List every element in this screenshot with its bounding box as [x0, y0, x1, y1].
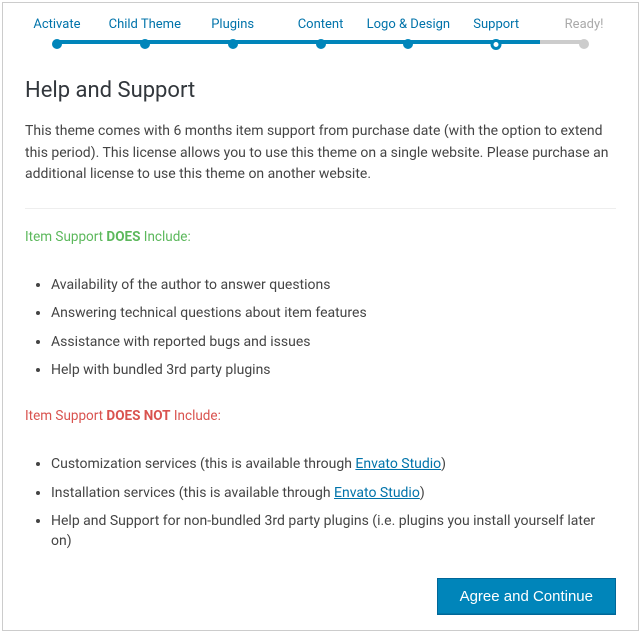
text: Customization services (this is availabl… [51, 456, 355, 472]
does-include-list: Availability of the author to answer que… [25, 275, 616, 380]
envato-studio-link[interactable]: Envato Studio [334, 485, 420, 501]
step-dot-icon [316, 39, 326, 49]
list-item: Installation services (this is available… [51, 483, 616, 503]
step-content[interactable]: Content [277, 17, 365, 50]
list-item: Customization services (this is availabl… [51, 454, 616, 474]
step-label: Logo & Design [367, 17, 450, 32]
does-not-include-list: Customization services (this is availabl… [25, 454, 616, 551]
step-label: Content [298, 17, 344, 32]
text: Include: [171, 408, 221, 424]
step-dot-icon [52, 39, 62, 49]
step-label: Plugins [211, 17, 254, 32]
text: Include: [140, 229, 190, 245]
agree-continue-button[interactable]: Agree and Continue [437, 578, 616, 615]
intro-text: This theme comes with 6 months item supp… [25, 121, 616, 209]
step-label: Activate [33, 17, 80, 32]
step-dot-icon [579, 39, 589, 49]
step-label: Child Theme [109, 17, 181, 32]
does-not-include-heading: Item Support DOES NOT Include: [25, 408, 616, 424]
list-item: Availability of the author to answer que… [51, 275, 616, 295]
actions-bar: Agree and Continue [3, 578, 638, 615]
step-plugins[interactable]: Plugins [189, 17, 277, 50]
step-logo-design[interactable]: Logo & Design [364, 17, 452, 50]
text-strong: DOES [106, 229, 140, 245]
step-label: Ready! [565, 17, 604, 32]
step-support[interactable]: Support [452, 17, 540, 50]
step-dot-icon [140, 39, 150, 49]
main-content: Help and Support This theme comes with 6… [3, 50, 638, 564]
step-ready: Ready! [540, 17, 628, 50]
list-item: Answering technical questions about item… [51, 303, 616, 323]
step-dot-icon [403, 39, 413, 49]
text: Installation services (this is available… [51, 485, 334, 501]
list-item: Assistance with reported bugs and issues [51, 332, 616, 352]
step-child-theme[interactable]: Child Theme [101, 17, 189, 50]
step-activate[interactable]: Activate [13, 17, 101, 50]
list-item: Help and Support for non-bundled 3rd par… [51, 511, 616, 552]
text: ) [441, 456, 446, 472]
list-item: Help with bundled 3rd party plugins [51, 360, 616, 380]
text-strong: DOES NOT [106, 408, 170, 424]
envato-studio-link[interactable]: Envato Studio [355, 456, 441, 472]
text: Item Support [25, 408, 106, 424]
step-dot-icon [491, 39, 502, 50]
text: Item Support [25, 229, 106, 245]
step-label: Support [473, 17, 519, 32]
text: ) [420, 485, 425, 501]
step-dot-icon [228, 39, 238, 49]
wizard-steps: Activate Child Theme Plugins Content Log… [3, 3, 638, 50]
does-include-heading: Item Support DOES Include: [25, 229, 616, 245]
page-title: Help and Support [25, 78, 616, 103]
